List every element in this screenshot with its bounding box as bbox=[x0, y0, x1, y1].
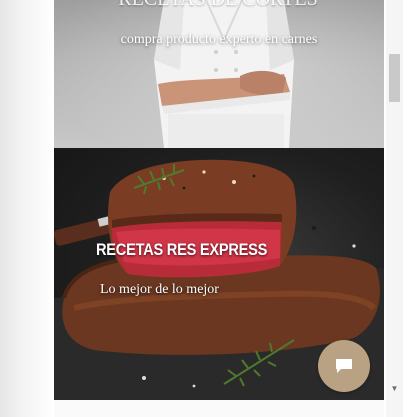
hero-subtitle: compra producto experto en carnes bbox=[120, 32, 318, 47]
viewport: RECETAS DE CORTES compra producto expert… bbox=[0, 0, 407, 417]
recipes-tagline: Lo mejor de lo mejor bbox=[100, 282, 219, 297]
scroll-down-arrow-icon[interactable]: ▼ bbox=[386, 380, 403, 396]
scrollbar-thumb[interactable] bbox=[389, 54, 400, 102]
left-margin bbox=[0, 0, 54, 417]
vertical-scrollbar[interactable]: ▼ bbox=[386, 0, 403, 417]
page-content: RECETAS DE CORTES compra producto expert… bbox=[54, 0, 384, 417]
chat-bubble-icon bbox=[336, 359, 352, 373]
chef-banner[interactable]: RECETAS DE CORTES compra producto expert… bbox=[54, 0, 384, 148]
hero-partial-title: RECETAS DE CORTES bbox=[98, 0, 338, 11]
chef-image bbox=[154, 0, 294, 148]
chat-button[interactable] bbox=[318, 340, 370, 392]
page-footer-edge bbox=[54, 400, 384, 417]
recipes-title: RECETAS RES EXPRESS bbox=[96, 240, 268, 259]
